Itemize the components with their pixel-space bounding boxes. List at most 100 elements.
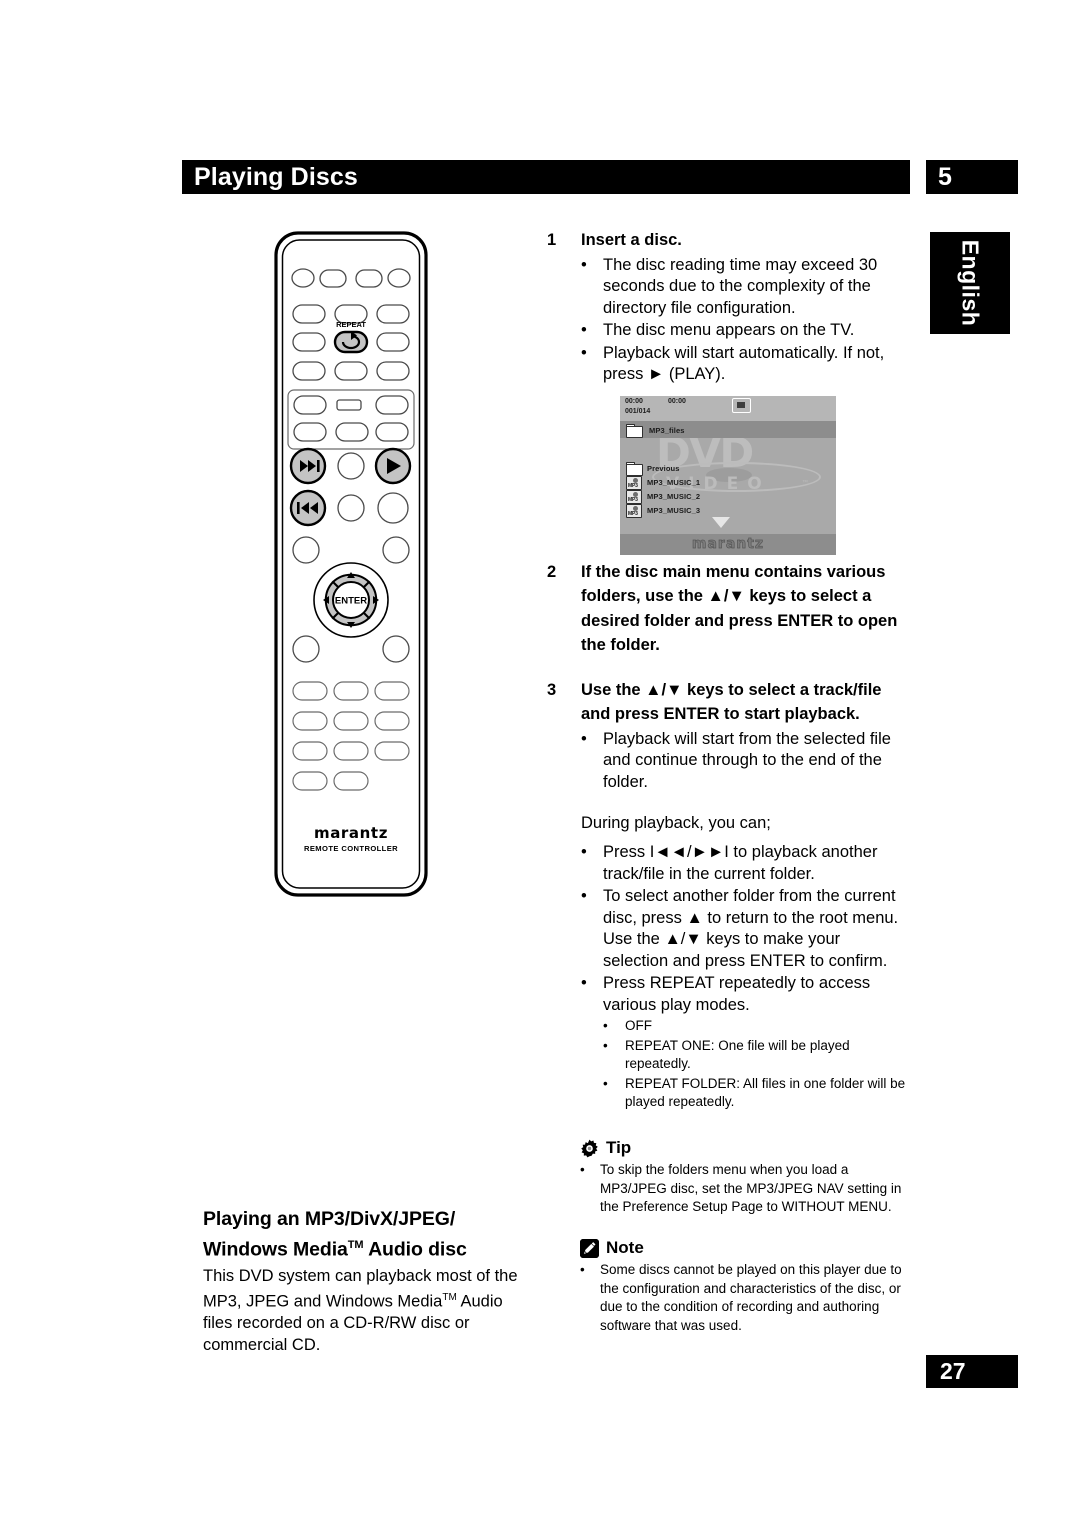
step-3-title: Use the ▲/▼ keys to select a track/file …	[581, 680, 882, 724]
tv-status-band	[620, 396, 836, 421]
bullet-marker: •	[603, 1075, 608, 1091]
list-item: • Press REPEAT repeatedly to access vario…	[581, 973, 909, 1016]
bullet-text: Some discs cannot be played on this play…	[600, 1262, 902, 1333]
section-body: This DVD system can playback most of the…	[203, 1266, 533, 1357]
page-header-bar: Playing Discs	[182, 160, 910, 194]
list-item: • The disc menu appears on the TV.	[581, 320, 909, 342]
bullet-marker: •	[581, 887, 587, 905]
bullet-marker: •	[603, 1037, 608, 1053]
note-heading: Note	[606, 1238, 644, 1257]
note-header: Note	[580, 1238, 910, 1258]
list-item: • Press I◄◄/►►I to playback another track…	[581, 842, 909, 885]
list-item: • REPEAT FOLDER: All files in one folder …	[603, 1075, 909, 1112]
bullet-text: The disc reading time may exceed 30 seco…	[603, 255, 878, 317]
step-3: 3 Use the ▲/▼ keys to select a track/fil…	[547, 678, 909, 727]
list-item[interactable]: MP3_MUSIC_3	[647, 506, 700, 515]
tv-screen-mockup: DVD VIDEO ™ 00:00 00:00 001/014 MP3_file…	[620, 396, 836, 555]
language-tab-label: English	[957, 239, 984, 327]
bullet-text: OFF	[625, 1018, 652, 1033]
step-2: 2 If the disc main menu contains various…	[547, 560, 909, 658]
bullet-marker: •	[580, 1162, 585, 1177]
mp3-file-icon: MP3	[626, 476, 642, 490]
page-title: Playing Discs	[194, 163, 358, 191]
watermark-ellipse-fill	[706, 468, 752, 482]
remote-control-illustration: REPEAT ENTER marantz REMOTE CONTROLLER	[273, 230, 429, 898]
tip-heading: Tip	[606, 1138, 632, 1157]
gear-icon	[580, 1139, 599, 1158]
step-1-number: 1	[547, 231, 557, 249]
step-1: 1 Insert a disc.	[547, 228, 909, 253]
bullet-text: Playback will start from the selected fi…	[603, 729, 891, 791]
mp3-file-icon: MP3	[626, 490, 642, 504]
down-arrow-icon[interactable]	[712, 517, 730, 528]
folder-icon	[626, 424, 643, 438]
section-heading-line1: Playing an MP3/DivX/JPEG/	[203, 1208, 456, 1230]
section-heading: Playing an MP3/DivX/JPEG/ Windows MediaT…	[203, 1206, 533, 1263]
stop-icon	[732, 398, 751, 413]
note-items: • Some discs cannot be played on this pla…	[580, 1261, 910, 1335]
chapter-number-badge: 5	[926, 160, 1018, 194]
section-mp3-divx-jpeg: Playing an MP3/DivX/JPEG/ Windows Media T…	[203, 1206, 533, 1356]
bullet-marker: •	[581, 321, 587, 339]
bullet-marker: •	[603, 1018, 608, 1033]
list-item: • Playback will start from the selected f…	[581, 729, 909, 794]
bullet-text: To select another folder from the curren…	[603, 887, 899, 970]
bullet-text: The disc menu appears on the TV.	[603, 321, 855, 339]
step-2-number: 2	[547, 562, 557, 581]
list-item: • Playback will start automatically. If n…	[581, 343, 909, 386]
bullet-marker: •	[581, 974, 587, 992]
bullet-marker: •	[580, 1262, 585, 1277]
bullet-text: REPEAT FOLDER: All files in one folder w…	[625, 1075, 906, 1110]
list-item[interactable]: MP3_MUSIC_1	[647, 478, 700, 487]
svg-text:ENTER: ENTER	[335, 596, 367, 607]
bullet-marker: •	[581, 255, 587, 274]
list-item[interactable]: Previous	[647, 464, 679, 473]
step-2-title: If the disc main menu contains various f…	[581, 562, 898, 655]
step-3-number: 3	[547, 680, 557, 699]
list-item: • To skip the folders menu when you load …	[580, 1161, 910, 1217]
tip-items: • To skip the folders menu when you load …	[580, 1161, 910, 1217]
remote-dpad: ENTER	[313, 562, 389, 638]
current-folder-label: MP3_files	[649, 426, 685, 435]
repeat-modes-list: • OFF • REPEAT ONE: One file will be playe…	[603, 1017, 909, 1112]
remote-next-button	[289, 447, 327, 485]
tip-block: Tip • To skip the folders menu when you l…	[580, 1138, 910, 1217]
bullet-marker: •	[581, 843, 587, 861]
bullet-text: REPEAT ONE: One file will be played repe…	[625, 1037, 850, 1072]
list-item: • Some discs cannot be played on this pla…	[580, 1261, 910, 1335]
bullet-text: Playback will start automatically. If no…	[603, 343, 885, 384]
language-tab: English	[930, 232, 1010, 334]
page-number-badge: 27	[926, 1355, 1018, 1388]
during-playback-bullets: • Press I◄◄/►►I to playback another track…	[581, 842, 909, 1016]
during-playback-intro: During playback, you can;	[581, 814, 771, 832]
section-heading-line2b: Audio disc	[363, 1238, 467, 1261]
svg-text:REPEAT: REPEAT	[336, 320, 366, 329]
bullet-marker: •	[581, 729, 587, 748]
instructions-column: 1 Insert a disc. • The disc reading time …	[547, 228, 909, 1113]
elapsed-time: 00:00	[625, 398, 643, 405]
trademark-symbol: TM	[442, 1292, 457, 1303]
step-1-bullets: • The disc reading time may exceed 30 sec…	[581, 255, 909, 386]
remote-play-button	[374, 447, 412, 485]
step-3-bullets: • Playback will start from the selected f…	[581, 729, 909, 794]
folder-icon	[626, 462, 643, 476]
bullet-text: Press REPEAT repeatedly to access variou…	[603, 974, 871, 1014]
total-time: 00:00	[668, 398, 686, 405]
list-item: • The disc reading time may exceed 30 sec…	[581, 255, 909, 320]
manual-page: Playing Discs 5 English REPEAT ENTER mar…	[0, 0, 1080, 1528]
list-item: • REPEAT ONE: One file will be played rep…	[603, 1037, 909, 1074]
marantz-logo: marantz	[691, 536, 765, 553]
section-heading-line2a: Windows Media	[203, 1238, 348, 1261]
list-item: • OFF	[603, 1017, 909, 1036]
list-item[interactable]: MP3_MUSIC_2	[647, 492, 700, 501]
mp3-file-icon: MP3	[626, 504, 642, 518]
svg-text:marantz: marantz	[314, 824, 388, 842]
track-counter: 001/014	[625, 408, 651, 415]
watermark-tm-icon: ™	[802, 480, 808, 486]
tip-header: Tip	[580, 1138, 910, 1158]
page-number: 27	[940, 1358, 966, 1384]
list-item: • To select another folder from the curre…	[581, 886, 909, 972]
bullet-text: Press I◄◄/►►I to playback another track/…	[603, 843, 878, 883]
bullet-marker: •	[581, 343, 587, 362]
pencil-icon	[580, 1238, 599, 1258]
